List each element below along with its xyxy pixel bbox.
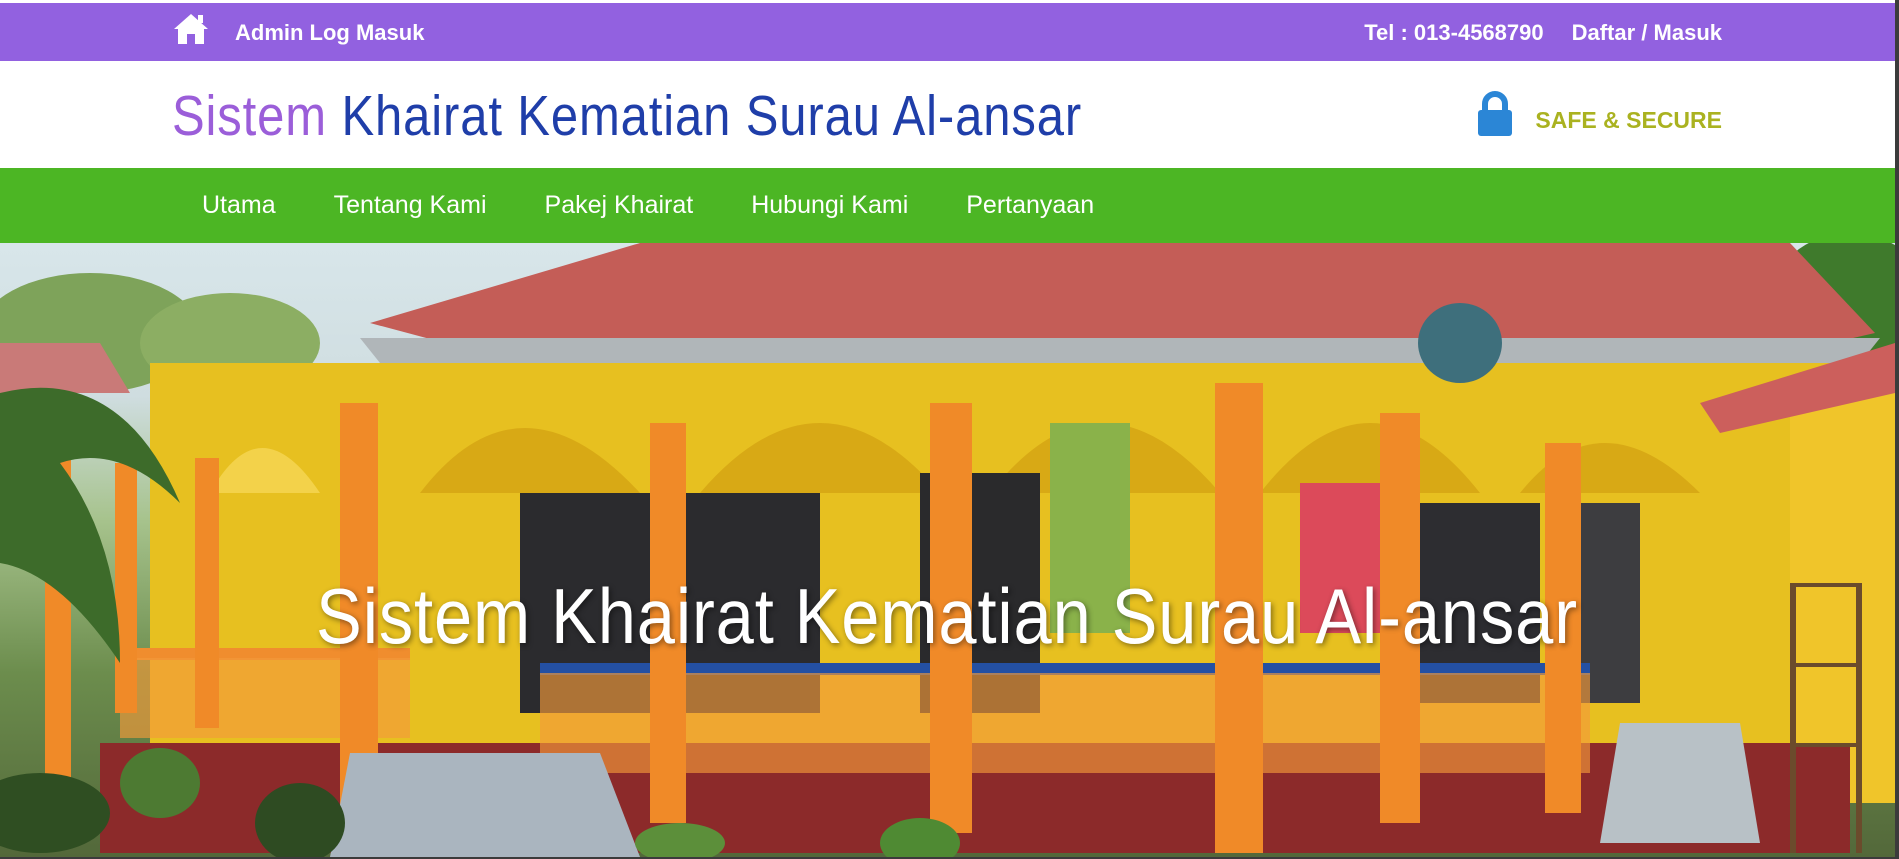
nav-item-hubungi-kami[interactable]: Hubungi Kami — [722, 191, 937, 220]
hero-title-text: Sistem Khairat Kematian Surau Al-ansar — [316, 572, 1579, 660]
hero-title: Sistem Khairat Kematian Surau Al-ansar — [0, 571, 1895, 662]
surau-building-illustration — [0, 243, 1895, 857]
hero-banner: Sistem Khairat Kematian Surau Al-ansar — [0, 243, 1895, 857]
nav-item-utama[interactable]: Utama — [172, 191, 305, 220]
admin-login-link[interactable]: Admin Log Masuk — [235, 20, 424, 46]
site-title-word2: Khairat Kematian Surau Al-ansar — [341, 84, 1083, 148]
main-nav: Utama Tentang Kami Pakej Khairat Hubungi… — [0, 168, 1895, 243]
lock-icon — [1475, 91, 1515, 137]
nav-item-tentang-kami[interactable]: Tentang Kami — [305, 191, 516, 220]
site-title[interactable]: Sistem Khairat Kematian Surau Al-ansar — [172, 83, 1082, 149]
nav-item-pakej-khairat[interactable]: Pakej Khairat — [516, 191, 723, 220]
window-right-edge — [1895, 0, 1899, 859]
phone-number: Tel : 013-4568790 — [1364, 20, 1544, 45]
home-icon[interactable] — [172, 11, 210, 47]
register-login-link[interactable]: Daftar / Masuk — [1572, 20, 1722, 46]
top-bar-right: Tel : 013-4568790 Daftar / Masuk — [1364, 20, 1722, 46]
site-title-word1: Sistem — [172, 84, 327, 148]
top-bar: Admin Log Masuk Tel : 013-4568790 Daftar… — [0, 3, 1895, 61]
safe-secure-badge: SAFE & SECURE — [1475, 91, 1722, 137]
safe-secure-label: SAFE & SECURE — [1535, 107, 1722, 133]
brand-bar: Sistem Khairat Kematian Surau Al-ansar S… — [0, 61, 1895, 168]
nav-item-pertanyaan[interactable]: Pertanyaan — [937, 191, 1123, 220]
